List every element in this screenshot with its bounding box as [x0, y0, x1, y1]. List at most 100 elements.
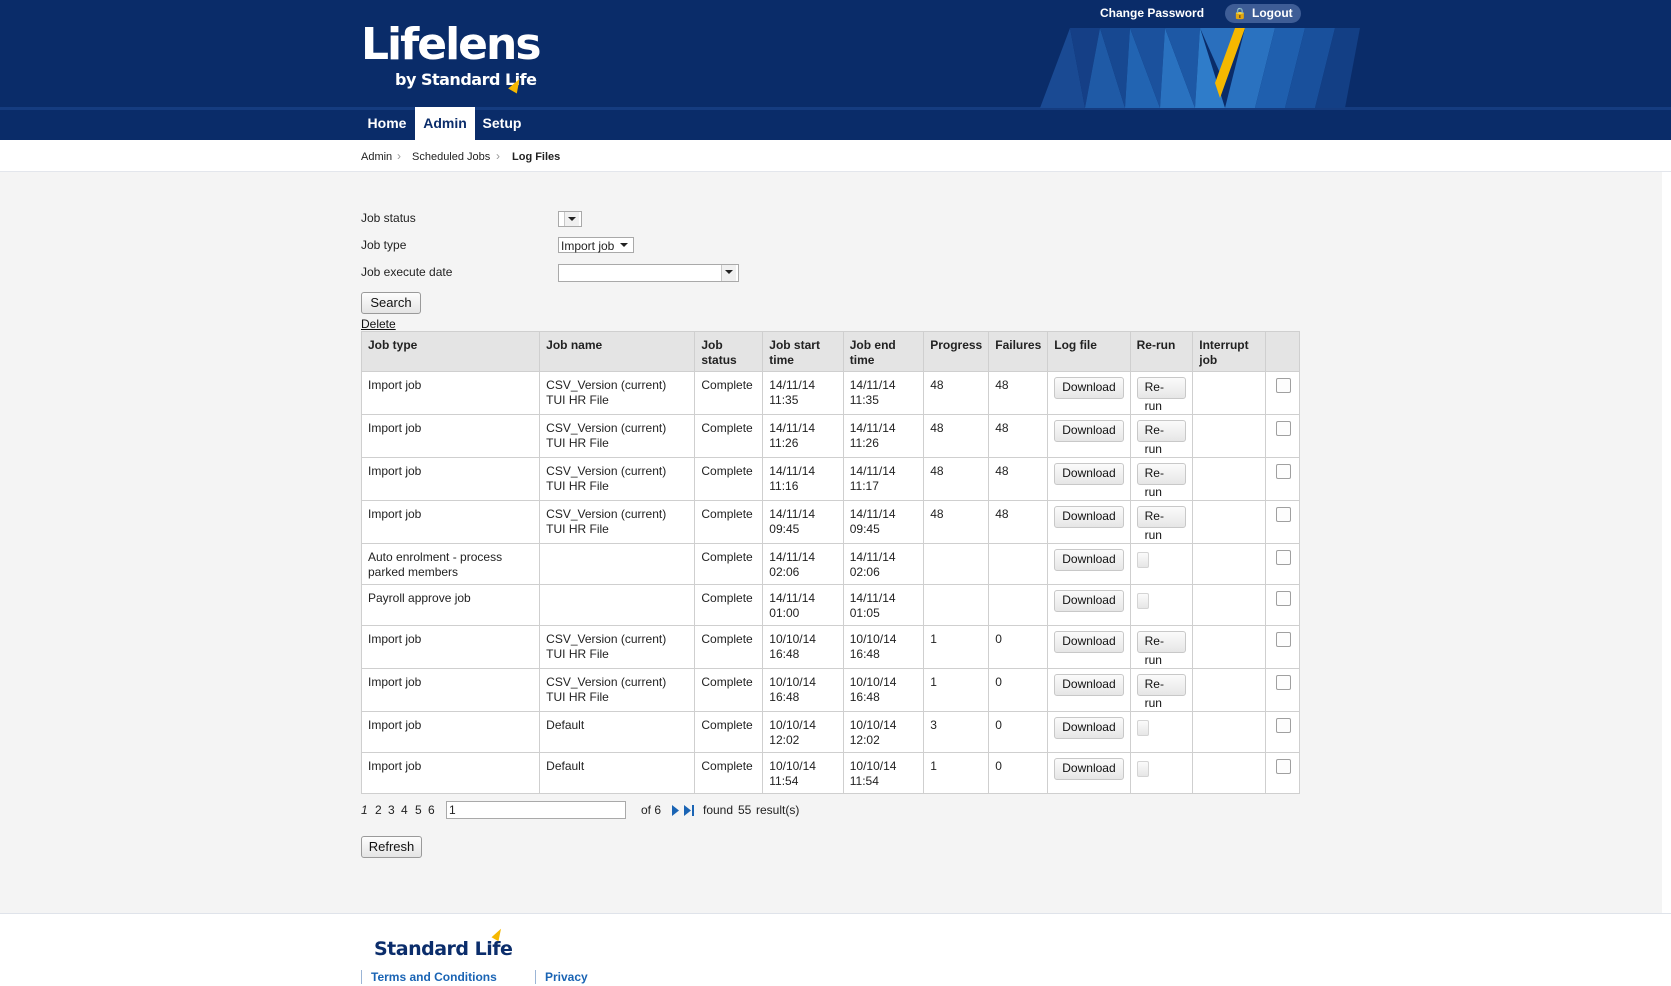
cell-job-name	[539, 543, 696, 585]
logout-button[interactable]: 🔒 Logout	[1225, 4, 1301, 23]
download-button[interactable]: Download	[1054, 377, 1124, 399]
main-content: Job status Job type Import job Job execu…	[0, 172, 1662, 913]
cell-log-file: Download	[1047, 668, 1131, 712]
cell-interrupt-job	[1192, 711, 1266, 753]
col-job-type[interactable]: Job type	[360, 331, 541, 372]
col-progress[interactable]: Progress	[923, 331, 990, 372]
table-row: Import job CSV_Version (current) TUI HR F…	[360, 668, 1300, 712]
row-select-checkbox[interactable]	[1276, 632, 1291, 647]
col-select	[1265, 331, 1300, 372]
chevron-right-icon: ›	[397, 149, 401, 163]
job-type-label: Job type	[361, 238, 407, 252]
cell-job-type: Auto enrolment - process parked members	[360, 543, 541, 585]
download-button[interactable]: Download	[1054, 420, 1124, 442]
logo-brand: Lifelens	[361, 19, 542, 70]
cell-job-type: Import job	[360, 752, 541, 794]
page-link-6[interactable]: 6	[428, 803, 435, 817]
cell-interrupt-job	[1192, 668, 1266, 712]
page-link-2[interactable]: 2	[375, 803, 382, 817]
breadcrumb-log-files: Log Files	[512, 151, 561, 163]
job-type-value: Import job	[561, 239, 615, 253]
breadcrumb-admin[interactable]: Admin	[361, 151, 392, 163]
privacy-link[interactable]: Privacy	[545, 970, 588, 984]
cell-job-status: Complete	[694, 584, 764, 626]
row-select-checkbox[interactable]	[1276, 550, 1291, 565]
cell-job-name: Default	[539, 752, 696, 794]
row-select-checkbox[interactable]	[1276, 464, 1291, 479]
page-link-1[interactable]: 1	[361, 803, 368, 817]
last-page-icon[interactable]	[683, 805, 695, 816]
row-select-checkbox[interactable]	[1276, 759, 1291, 774]
change-password-link[interactable]: Change Password	[1100, 6, 1204, 20]
cell-rerun: Re-run	[1129, 625, 1194, 669]
download-button[interactable]: Download	[1054, 549, 1124, 571]
table-row: Import job Default Complete 10/10/14 11:54 1…	[360, 752, 1300, 794]
download-button[interactable]: Download	[1054, 590, 1124, 612]
row-select-checkbox[interactable]	[1276, 675, 1291, 690]
rerun-button[interactable]: Re-run	[1136, 420, 1187, 456]
job-type-select[interactable]: Import job	[558, 237, 634, 253]
row-select-checkbox[interactable]	[1276, 591, 1291, 606]
cell-job-type: Import job	[360, 711, 541, 753]
cell-interrupt-job	[1192, 457, 1266, 501]
rerun-button[interactable]: Re-run	[1136, 506, 1187, 542]
download-button[interactable]: Download	[1054, 463, 1124, 485]
tab-admin[interactable]: Admin	[415, 107, 475, 140]
lifelens-logo[interactable]: Lifelens by Standard Life	[361, 19, 542, 94]
rerun-button[interactable]: Re-run	[1136, 674, 1187, 710]
tab-home[interactable]: Home	[361, 107, 413, 140]
download-button[interactable]: Download	[1054, 674, 1124, 696]
cell-job-end-time: 14/11/14 01:05	[842, 584, 925, 626]
page-link-5[interactable]: 5	[415, 803, 422, 817]
cell-failures: 0	[988, 625, 1049, 669]
row-select-checkbox[interactable]	[1276, 421, 1291, 436]
page-number-input[interactable]: 1	[446, 801, 626, 819]
cell-progress: 48	[923, 457, 990, 501]
row-select-checkbox[interactable]	[1276, 718, 1291, 733]
page-link-4[interactable]: 4	[401, 803, 408, 817]
col-job-end-time[interactable]: Job end time	[842, 331, 925, 372]
rerun-button[interactable]: Re-run	[1136, 463, 1187, 499]
standard-life-logo[interactable]: Standard Life	[374, 938, 513, 960]
cell-log-file: Download	[1047, 457, 1131, 501]
download-button[interactable]: Download	[1054, 631, 1124, 653]
next-page-icon[interactable]	[671, 805, 680, 816]
cell-select	[1265, 584, 1300, 626]
download-button[interactable]: Download	[1054, 717, 1124, 739]
cell-job-status: Complete	[694, 414, 764, 458]
cell-rerun: Re-run	[1129, 668, 1194, 712]
download-button[interactable]: Download	[1054, 506, 1124, 528]
col-failures[interactable]: Failures	[988, 331, 1049, 372]
col-job-start-time[interactable]: Job start time	[762, 331, 844, 372]
terms-link[interactable]: Terms and Conditions	[371, 970, 497, 984]
cell-job-start-time: 10/10/14 16:48	[762, 668, 844, 712]
col-job-status[interactable]: Job status	[694, 331, 764, 372]
rerun-button[interactable]: Re-run	[1136, 631, 1187, 667]
header-decoration-pattern	[1040, 28, 1360, 108]
row-select-checkbox[interactable]	[1276, 507, 1291, 522]
cell-select	[1265, 414, 1300, 458]
page-of-text: of 6	[641, 803, 662, 817]
cell-failures: 48	[988, 457, 1049, 501]
cell-job-type: Import job	[360, 414, 541, 458]
cell-job-name: CSV_Version (current) TUI HR File	[539, 668, 696, 712]
row-select-checkbox[interactable]	[1276, 378, 1291, 393]
delete-link[interactable]: Delete	[361, 317, 396, 331]
rerun-button[interactable]: Re-run	[1136, 377, 1187, 413]
download-button[interactable]: Download	[1054, 758, 1124, 780]
breadcrumb-scheduled-jobs[interactable]: Scheduled Jobs	[412, 151, 490, 163]
page-link-3[interactable]: 3	[388, 803, 395, 817]
log-files-table: Job type Job name Job status Job start t…	[360, 331, 1300, 794]
col-job-name[interactable]: Job name	[539, 331, 696, 372]
refresh-button[interactable]: Refresh	[361, 836, 422, 858]
cell-job-end-time: 10/10/14 11:54	[842, 752, 925, 794]
job-status-select[interactable]	[558, 211, 582, 227]
job-execute-date-select[interactable]	[558, 264, 739, 282]
cell-job-end-time: 10/10/14 16:48	[842, 625, 925, 669]
search-button[interactable]: Search	[361, 292, 421, 314]
cell-rerun	[1129, 584, 1194, 626]
tab-setup[interactable]: Setup	[477, 107, 527, 140]
cell-progress: 3	[923, 711, 990, 753]
footer: Standard Life Terms and Conditions Priva…	[0, 913, 1671, 986]
cell-rerun: Re-run	[1129, 371, 1194, 415]
